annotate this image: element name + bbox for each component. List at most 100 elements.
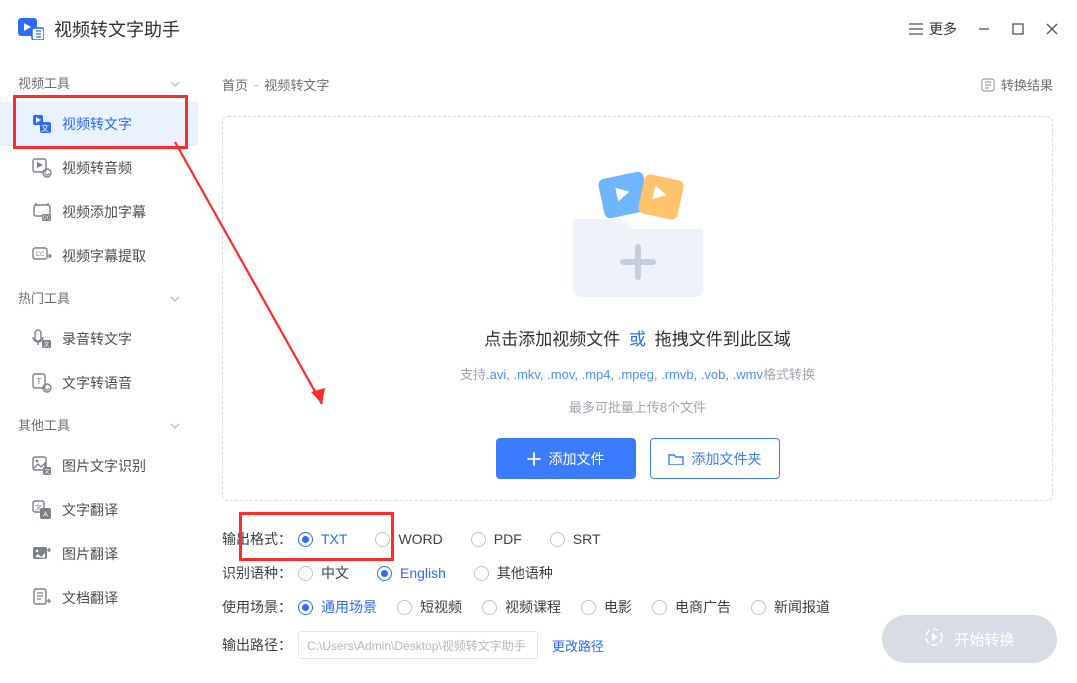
dz-formats-post: 格式转换: [763, 367, 815, 382]
radio-option[interactable]: 短视频: [397, 597, 462, 617]
output-format-radios: TXT WORD PDF SRT: [298, 531, 601, 547]
breadcrumb-home[interactable]: 首页: [222, 75, 248, 94]
sidebar-item[interactable]: T文字转语音: [0, 361, 198, 405]
language-label: 识别语种：: [222, 563, 298, 583]
add-folder-button[interactable]: 添加文件夹: [650, 438, 780, 479]
sidebar-item-label: 图片文字识别: [62, 456, 146, 476]
sidebar-item[interactable]: CC视频添加字幕: [0, 190, 198, 234]
radio-option[interactable]: English: [377, 565, 446, 581]
scene-label: 使用场景：: [222, 597, 298, 617]
folder-icon: [668, 452, 684, 465]
dz-formats-pre: 支持: [460, 367, 486, 382]
drop-zone-illustration: [553, 169, 723, 299]
radio-ring-icon: [298, 600, 313, 615]
radio-option[interactable]: 通用场景: [298, 597, 377, 617]
sidebar-item[interactable]: CC视频字幕提取: [0, 234, 198, 278]
sidebar-item-icon: [32, 544, 52, 564]
sidebar-item[interactable]: 文档翻译: [0, 576, 198, 620]
radio-option[interactable]: 其他语种: [474, 563, 553, 583]
conversion-result-link[interactable]: 转换结果: [981, 75, 1053, 94]
scene-radios: 通用场景短视频视频课程 电影电商广告新闻报道: [298, 597, 830, 617]
radio-label: 电影: [604, 597, 632, 617]
dz-title-post: 拖拽文件到此区域: [655, 330, 791, 349]
radio-label: 通用场景: [321, 597, 377, 617]
output-path-label: 输出路径：: [222, 635, 298, 655]
breadcrumb-current: 视频转文字: [264, 75, 329, 94]
radio-ring-icon: [474, 566, 489, 581]
sidebar-item-icon: 文: [32, 456, 52, 476]
radio-option[interactable]: SRT: [550, 531, 601, 547]
sidebar-group-title[interactable]: 视频工具: [0, 63, 198, 102]
more-label: 更多: [929, 19, 957, 39]
chevron-down-icon: [170, 75, 180, 90]
radio-option[interactable]: 电商广告: [652, 597, 731, 617]
app-title: 视频转文字助手: [54, 16, 180, 42]
sidebar-item-icon: 文: [32, 114, 52, 134]
minimize-button[interactable]: [977, 22, 991, 36]
radio-option[interactable]: WORD: [375, 531, 442, 547]
svg-text:文: 文: [41, 123, 49, 133]
radio-option[interactable]: 中文: [298, 563, 349, 583]
sidebar-item[interactable]: 文视频转文字: [0, 102, 198, 146]
sidebar-item[interactable]: 图片翻译: [0, 532, 198, 576]
chevron-down-icon: [170, 290, 180, 305]
drop-zone-buttons: 添加文件 添加文件夹: [496, 438, 780, 479]
sidebar-item[interactable]: 文录音转文字: [0, 317, 198, 361]
radio-ring-icon: [375, 532, 390, 547]
drop-zone-formats: 支持.avi, .mkv, .mov, .mp4, .mpeg, .rmvb, …: [460, 364, 815, 383]
radio-ring-icon: [298, 566, 313, 581]
close-button[interactable]: [1045, 22, 1059, 36]
radio-option[interactable]: 电影: [581, 597, 632, 617]
sidebar-item-label: 图片翻译: [62, 544, 118, 564]
sidebar-group-title[interactable]: 其他工具: [0, 405, 198, 444]
sidebar-item-label: 录音转文字: [62, 329, 132, 349]
logo-wrap: 视频转文字助手: [18, 16, 180, 42]
radio-option[interactable]: 视频课程: [482, 597, 561, 617]
title-bar: 视频转文字助手 更多: [0, 0, 1077, 57]
start-convert-button[interactable]: 开始转换: [882, 615, 1057, 663]
sidebar-item[interactable]: 视频转音频: [0, 146, 198, 190]
radio-option[interactable]: 新闻报道: [751, 597, 830, 617]
radio-ring-icon: [581, 600, 596, 615]
radio-ring-icon: [298, 532, 313, 547]
radio-option[interactable]: PDF: [471, 531, 522, 547]
sidebar-item-icon: CC: [32, 246, 52, 266]
app-logo-icon: [18, 18, 44, 40]
sidebar-item[interactable]: 文 图片文字识别: [0, 444, 198, 488]
radio-ring-icon: [377, 566, 392, 581]
drop-zone[interactable]: 点击添加视频文件 或 拖拽文件到此区域 支持.avi, .mkv, .mov, …: [222, 116, 1053, 501]
output-path-input[interactable]: [298, 631, 538, 659]
sidebar-group-title[interactable]: 热门工具: [0, 278, 198, 317]
sidebar-item-icon: 文: [32, 329, 52, 349]
add-file-label: 添加文件: [549, 449, 605, 469]
svg-text:T: T: [37, 377, 42, 386]
maximize-button[interactable]: [1011, 22, 1025, 36]
svg-text:文: 文: [44, 468, 50, 476]
change-path-link[interactable]: 更改路径: [552, 636, 604, 655]
svg-text:CC: CC: [43, 216, 51, 222]
radio-option[interactable]: TXT: [298, 531, 347, 547]
radio-label: WORD: [398, 531, 442, 547]
sidebar-item-label: 文字翻译: [62, 500, 118, 520]
dz-title-or: 或: [629, 330, 646, 349]
radio-label: 其他语种: [497, 563, 553, 583]
breadcrumb-sep: -: [254, 77, 258, 92]
radio-label: TXT: [321, 531, 347, 547]
add-folder-label: 添加文件夹: [692, 449, 762, 469]
radio-ring-icon: [652, 600, 667, 615]
content-area: 首页 - 视频转文字 转换结果 点击添加视频文件: [198, 57, 1077, 683]
sidebar-item-icon: CC: [32, 202, 52, 222]
svg-text:A: A: [43, 512, 48, 519]
output-format-label: 输出格式：: [222, 529, 298, 549]
more-button[interactable]: 更多: [909, 19, 957, 39]
dz-formats-list: .avi, .mkv, .mov, .mp4, .mpeg, .rmvb, .v…: [486, 367, 763, 382]
chevron-down-icon: [170, 417, 180, 432]
result-link-label: 转换结果: [1001, 75, 1053, 94]
radio-ring-icon: [751, 600, 766, 615]
add-file-button[interactable]: 添加文件: [496, 438, 636, 479]
radio-label: PDF: [494, 531, 522, 547]
sidebar-item[interactable]: 文A文字翻译: [0, 488, 198, 532]
output-format-row: 输出格式： TXT WORD PDF SRT: [222, 529, 1053, 549]
radio-label: SRT: [573, 531, 601, 547]
sidebar: 视频工具文视频转文字视频转音频CC视频添加字幕CC视频字幕提取热门工具文录音转文…: [0, 57, 198, 683]
